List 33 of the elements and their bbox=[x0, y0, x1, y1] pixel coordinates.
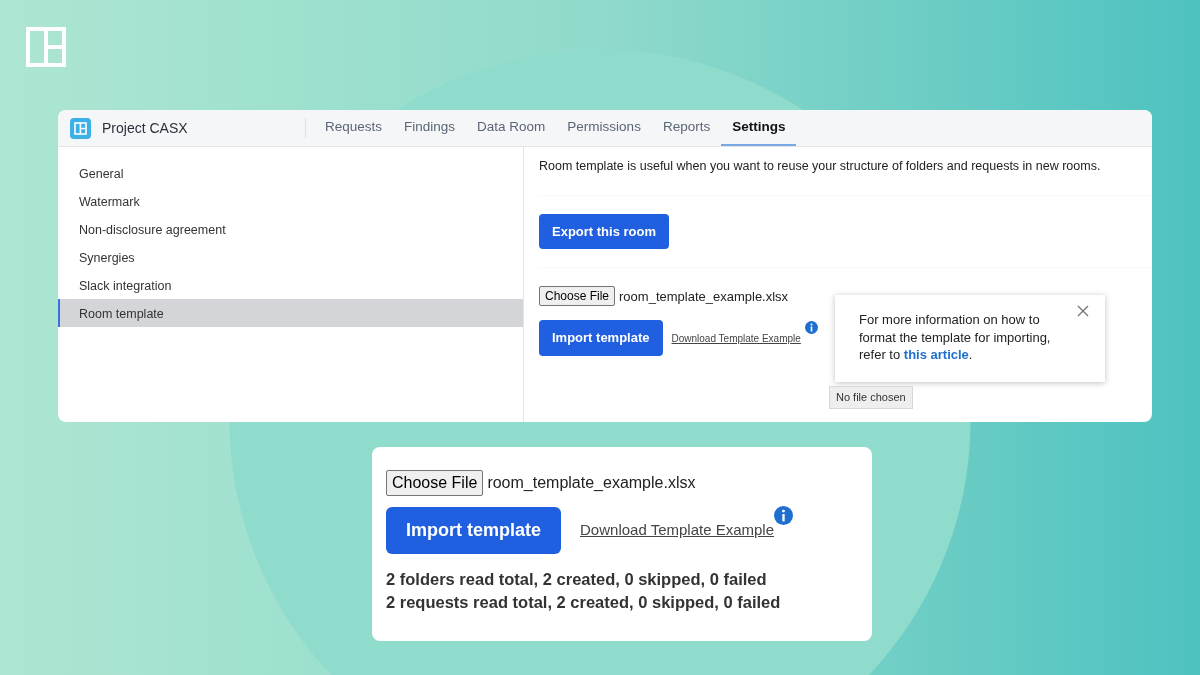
popover-text: For more information on how to format the template for importing, refer to this article. bbox=[859, 311, 1052, 364]
tooltip: No file chosen bbox=[829, 386, 913, 409]
choose-file-button[interactable]: Choose File bbox=[539, 286, 616, 307]
nav-tab[interactable]: Settings bbox=[721, 110, 797, 146]
logo-icon bbox=[26, 27, 66, 67]
download-link[interactable]: Download Template Example bbox=[580, 519, 775, 542]
nav-tab[interactable]: Findings bbox=[393, 110, 467, 146]
export-button[interactable]: Export this room bbox=[539, 213, 669, 250]
close-icon[interactable] bbox=[1077, 305, 1089, 317]
nav-tab[interactable]: Permissions bbox=[556, 110, 652, 146]
sidebar-item[interactable]: General bbox=[58, 159, 523, 187]
result-text: 2 requests read total, 2 created, 0 skipped, 0 failed bbox=[386, 592, 782, 614]
file-name: room_template_example.xlsx bbox=[619, 287, 789, 306]
import-button[interactable]: Import template bbox=[539, 320, 663, 356]
result-text: 2 folders read total, 2 created, 0 skipped, 0 failed bbox=[386, 569, 768, 590]
sidebar-item[interactable]: Non-disclosure agreement bbox=[58, 215, 523, 243]
import-button[interactable]: Import template bbox=[386, 507, 562, 554]
nav-tab[interactable]: Requests bbox=[314, 110, 394, 146]
article-link[interactable]: this article bbox=[903, 347, 969, 363]
nav-tab[interactable]: Reports bbox=[651, 110, 722, 146]
choose-file-button[interactable]: Choose File bbox=[386, 470, 484, 496]
description-text: Room template is useful when you want to reuse your structure of folders and requests in new rooms. bbox=[539, 158, 1102, 175]
sidebar-item[interactable]: Watermark bbox=[58, 187, 523, 215]
info-icon[interactable] bbox=[774, 506, 794, 525]
file-name: room_template_example.xlsx bbox=[487, 473, 696, 493]
info-icon[interactable] bbox=[804, 320, 818, 334]
sidebar-item[interactable]: Slack integration bbox=[58, 271, 523, 299]
sidebar-item[interactable]: Room template bbox=[58, 299, 523, 327]
nav-tab[interactable]: Data Room bbox=[466, 110, 557, 146]
download-link[interactable]: Download Template Example bbox=[671, 330, 801, 346]
app-logo-icon bbox=[70, 117, 91, 139]
sidebar-item[interactable]: Synergies bbox=[58, 243, 523, 271]
project-name: Project CASX bbox=[102, 118, 188, 138]
